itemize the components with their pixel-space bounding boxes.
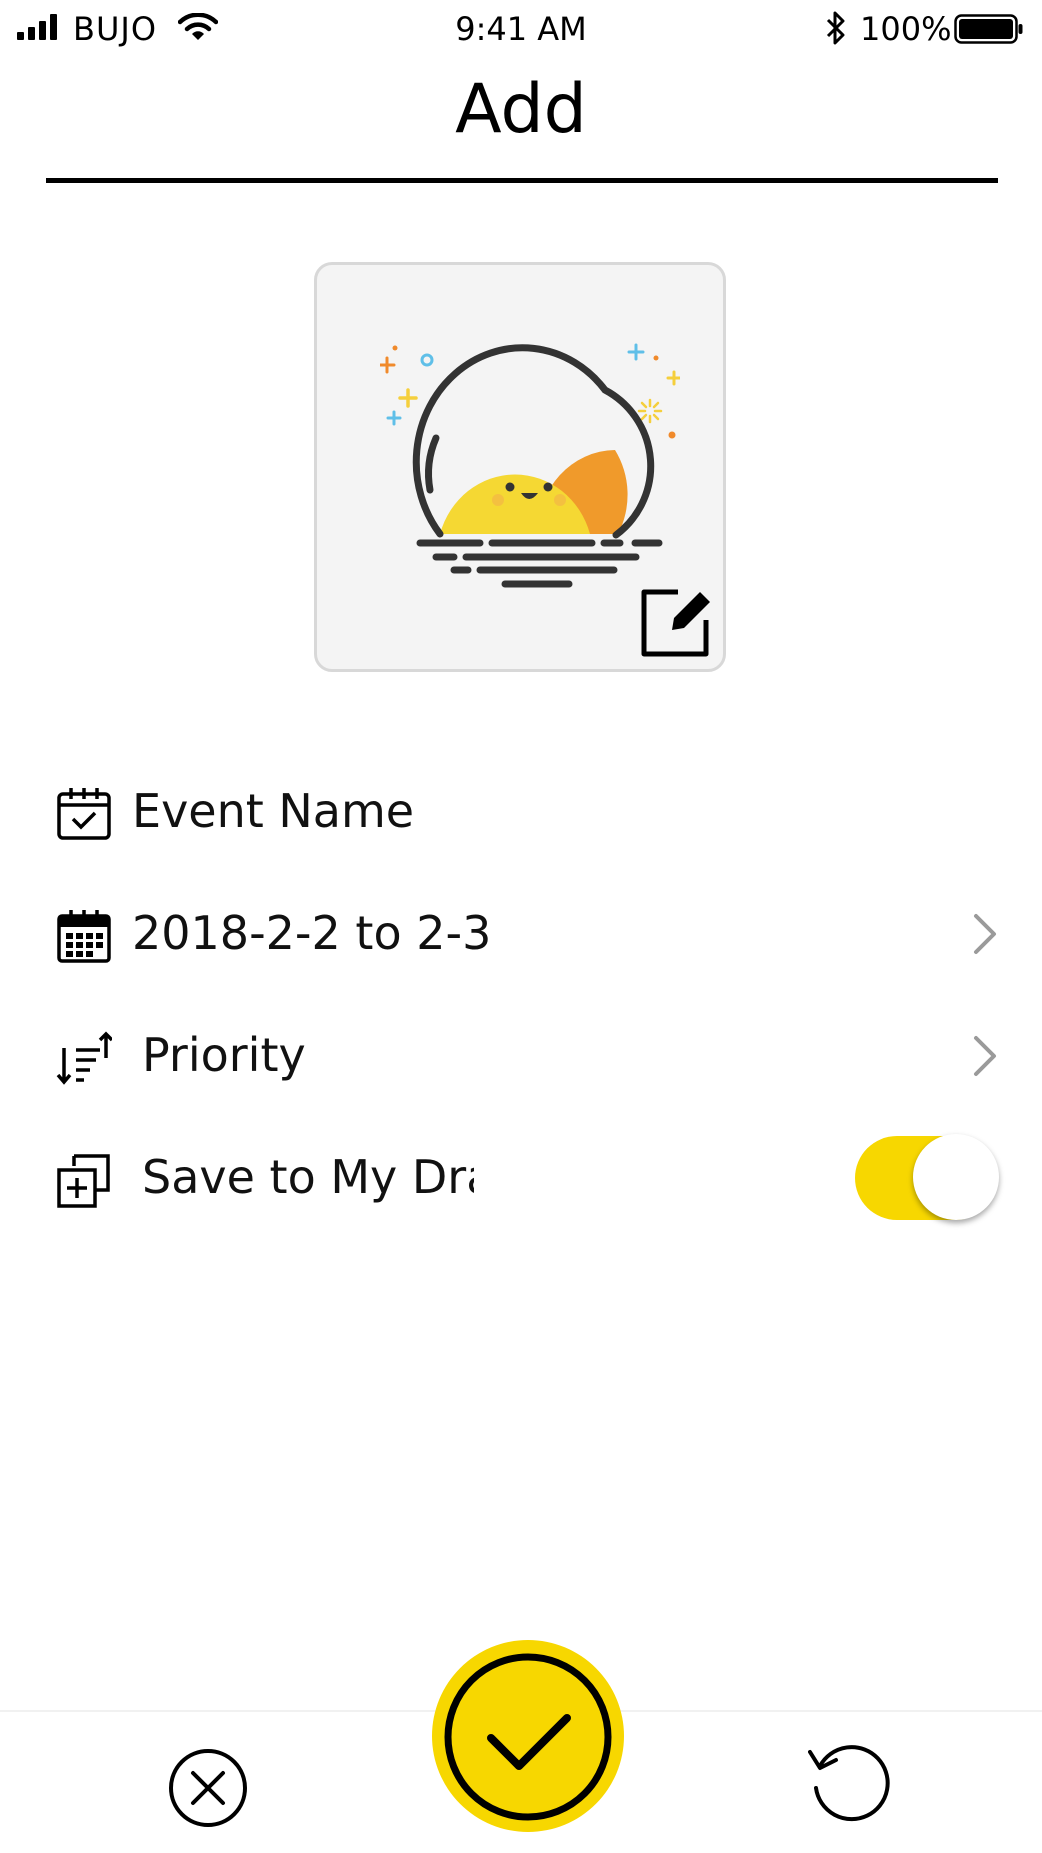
- toggle-knob[interactable]: [913, 1134, 999, 1220]
- checkmark-icon[interactable]: [443, 1652, 613, 1822]
- sunset-sticker-icon: [380, 343, 680, 588]
- calendar-grid-icon: [57, 910, 111, 963]
- status-bar: BUJO 9:41 AM 100%: [0, 0, 1042, 60]
- bluetooth-icon: [826, 11, 845, 45]
- add-copy-icon: [57, 1154, 110, 1208]
- save-to-draw-label: Save to My Draw: [142, 1150, 474, 1204]
- calendar-check-icon: [57, 788, 111, 840]
- edit-icon[interactable]: [638, 584, 714, 660]
- event-name-field[interactable]: Event Name: [132, 784, 414, 838]
- chevron-right-icon: [974, 1036, 996, 1076]
- priority-label: Priority: [142, 1028, 306, 1082]
- refresh-icon[interactable]: [808, 1740, 892, 1826]
- page-title: Add: [455, 70, 587, 149]
- event-name-row[interactable]: Event Name: [0, 762, 1042, 862]
- battery-icon: [954, 14, 1023, 44]
- priority-row[interactable]: Priority: [0, 1006, 1042, 1106]
- title-divider: [46, 178, 998, 183]
- date-range-row[interactable]: 2018-2-2 to 2-3: [0, 884, 1042, 984]
- battery-percent: 100%: [860, 10, 952, 48]
- chevron-right-icon: [974, 914, 996, 954]
- close-circle-icon[interactable]: [168, 1748, 248, 1828]
- sort-icon: [56, 1031, 112, 1085]
- date-range-value: 2018-2-2 to 2-3: [132, 906, 492, 960]
